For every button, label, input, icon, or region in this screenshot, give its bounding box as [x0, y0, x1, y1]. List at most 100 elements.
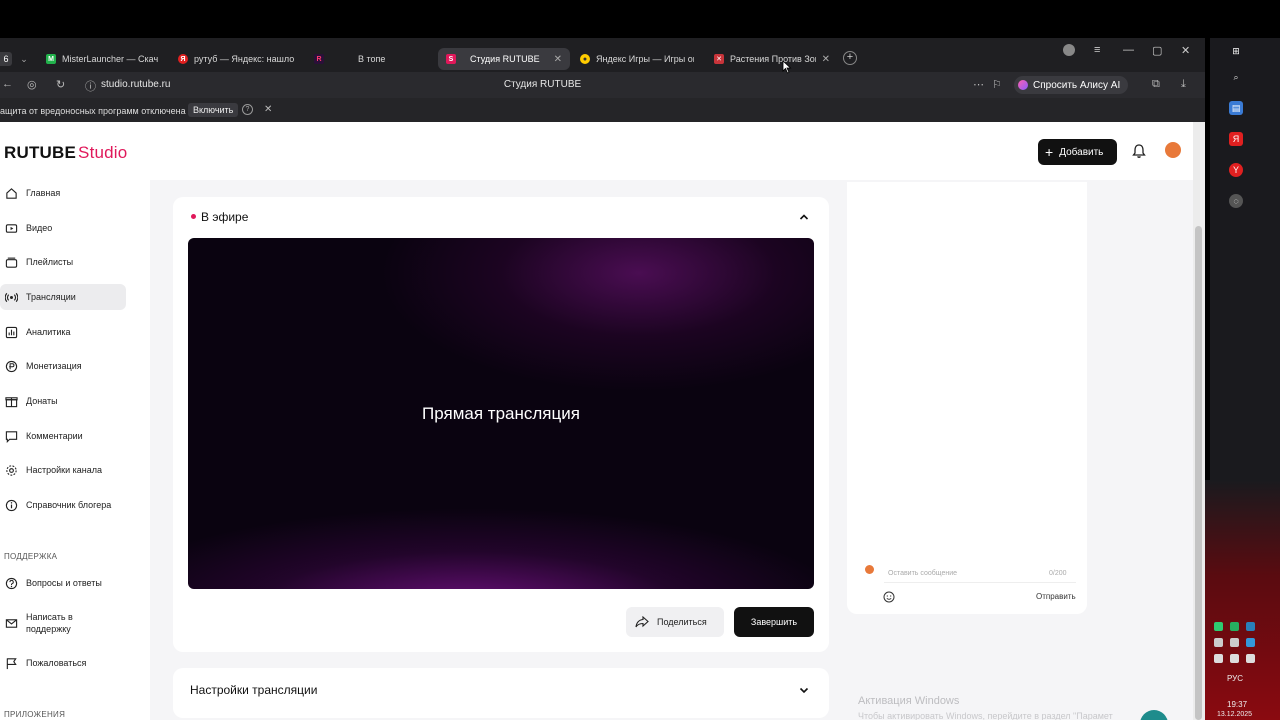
playlist-icon [5, 257, 18, 268]
sidebar-item-channel-settings[interactable]: Настройки канала [0, 457, 126, 483]
browser-menu-icon[interactable]: ≡ [1094, 44, 1100, 56]
ruble-icon [5, 360, 18, 372]
sidebar-item-home[interactable]: Главная [0, 180, 126, 206]
sidebar-item-label: Трансляции [26, 292, 76, 302]
alice-icon [1018, 80, 1028, 90]
sidebar-item-blogger-guide[interactable]: Справочник блогера [0, 492, 126, 518]
maximize-icon[interactable]: ▢ [1152, 44, 1162, 57]
sidebar-item-analytics[interactable]: Аналитика [0, 319, 126, 345]
tab-label: MisterLauncher — Скачать [62, 54, 158, 64]
m-green-icon: M [46, 54, 56, 64]
help-icon[interactable]: ? [242, 104, 253, 115]
yandex-icon: Я [178, 54, 188, 64]
channel-avatar[interactable] [1165, 142, 1181, 158]
tray-whatsapp-icon[interactable] [1214, 622, 1223, 631]
bookmark-icon[interactable]: ⚐ [992, 78, 1002, 91]
yandex-browser-icon[interactable]: Y [1229, 163, 1243, 177]
finish-broadcast-button[interactable]: Завершить [734, 607, 814, 637]
collections-icon[interactable]: ⧉ [1152, 78, 1160, 91]
windows-start-icon[interactable]: ⊞ [1229, 44, 1243, 58]
language-indicator[interactable]: РУС [1227, 674, 1243, 683]
tab-yandex-games[interactable]: ● Яндекс Игры — Игры онл [572, 48, 702, 70]
video-icon [5, 223, 18, 233]
sidebar-item-label: Написать в поддержку [26, 611, 73, 635]
sidebar-item-label: Монетизация [26, 361, 82, 371]
tab-label: В топе [358, 54, 386, 64]
donate-icon [5, 396, 18, 407]
tab-plants-vs-zombies[interactable]: ✕ Растения Против Зомб ✕ [706, 48, 838, 70]
chevron-down-icon[interactable] [798, 684, 810, 696]
live-indicator-dot [191, 214, 196, 219]
sidebar-item-label: Справочник блогера [26, 500, 112, 510]
player-title: Прямая трансляция [422, 404, 580, 423]
support-label-line1: Написать в [26, 612, 73, 622]
clock-time[interactable]: 19:37 [1227, 700, 1247, 709]
logo-sub: Studio [78, 143, 128, 162]
sidebar-item-playlists[interactable]: Плейлисты [0, 249, 126, 275]
tab-yandex-search[interactable]: Я рутуб — Яндекс: нашлось [170, 48, 302, 70]
store-icon[interactable]: ▤ [1229, 101, 1243, 115]
tray-app-icon[interactable] [1246, 622, 1255, 631]
chat-panel [847, 182, 1087, 614]
sidebar-item-label: Настройки канала [26, 465, 103, 475]
ask-alice-button[interactable]: Спросить Алису AI [1014, 76, 1129, 94]
chat-message-input[interactable]: Оставить сообщение [884, 565, 1076, 583]
tray-display-icon[interactable] [1214, 654, 1223, 663]
sidebar-item-video[interactable]: Видео [0, 215, 126, 241]
tab-label: Растения Против Зомб [730, 54, 816, 64]
tray-app-icon[interactable] [1246, 638, 1255, 647]
gear-icon [6, 464, 17, 476]
plus-icon: + [1045, 144, 1054, 160]
tray-app-icon[interactable] [1230, 622, 1239, 631]
sidebar-item-report[interactable]: Пожаловаться [0, 650, 126, 676]
windows-activation-title: Активация Windows [858, 695, 960, 707]
app-icon[interactable]: ◌ [1229, 194, 1243, 208]
tray-network-icon[interactable] [1214, 638, 1223, 647]
new-tab-plus-icon[interactable]: + [843, 51, 857, 65]
sidebar-item-monetization[interactable]: Монетизация [0, 353, 126, 379]
tab-misterlauncher[interactable]: M MisterLauncher — Скачать [38, 48, 166, 70]
yandex-app-icon[interactable]: Я [1229, 132, 1243, 146]
tray-printer-icon[interactable] [1230, 654, 1239, 663]
support-label-line2: поддержку [26, 624, 71, 634]
enable-protection-button[interactable]: Включить [188, 103, 239, 117]
ask-alice-label: Спросить Алису AI [1033, 79, 1121, 91]
live-status: В эфире [201, 210, 249, 224]
tab-studio-rutube[interactable]: S Студия RUTUBE ✕ [438, 48, 570, 70]
minimize-icon[interactable]: — [1123, 44, 1134, 56]
more-dots-icon[interactable]: ⋯ [973, 78, 984, 91]
chat-user-avatar [865, 565, 874, 574]
taskbar-wallpaper [1205, 480, 1280, 720]
tray-mic-icon[interactable] [1246, 654, 1255, 663]
studio-icon: S [446, 54, 456, 64]
tab-close-icon[interactable]: ✕ [822, 54, 830, 65]
tray-volume-icon[interactable] [1230, 638, 1239, 647]
apps-section-title: ПРИЛОЖЕНИЯ [4, 710, 66, 719]
sidebar-item-contact-support[interactable]: Написать в поддержку [0, 606, 126, 640]
sidebar-item-faq[interactable]: Вопросы и ответы [0, 570, 126, 596]
sidebar-item-comments[interactable]: Комментарии [0, 423, 126, 449]
tab-v-tope[interactable]: R В топе [306, 48, 434, 70]
chevron-up-icon[interactable] [798, 211, 810, 223]
logo-main: RUTUBE [4, 143, 77, 162]
downloads-icon[interactable]: ⤓ [1181, 78, 1186, 91]
sidebar-item-donations[interactable]: Донаты [0, 388, 126, 414]
tab-counter[interactable]: 6 [0, 52, 12, 66]
share-button[interactable]: Поделиться [626, 607, 724, 637]
sidebar-item-label: Плейлисты [26, 257, 74, 267]
question-icon [5, 577, 18, 589]
rutube-studio-logo[interactable]: RUTUBE Studio [4, 143, 127, 163]
page-scroll-thumb[interactable] [1195, 226, 1202, 720]
chat-send-button[interactable]: Отправить [1036, 592, 1076, 601]
add-button[interactable]: + Добавить [1038, 139, 1117, 165]
sidebar-item-broadcasts[interactable]: Трансляции [0, 284, 126, 310]
infobar-close-icon[interactable]: ✕ [264, 104, 272, 115]
search-icon[interactable]: ⌕ [1229, 70, 1243, 84]
profile-avatar-icon[interactable] [1063, 44, 1075, 56]
tab-close-icon[interactable]: ✕ [554, 54, 562, 65]
window-close-icon[interactable]: ✕ [1181, 44, 1190, 57]
clock-date[interactable]: 13.12.2025 [1217, 711, 1252, 718]
emoji-icon[interactable] [883, 591, 895, 603]
notifications-bell-icon[interactable] [1131, 143, 1147, 159]
tab-list-chevron-icon[interactable]: ⌄ [17, 52, 31, 66]
